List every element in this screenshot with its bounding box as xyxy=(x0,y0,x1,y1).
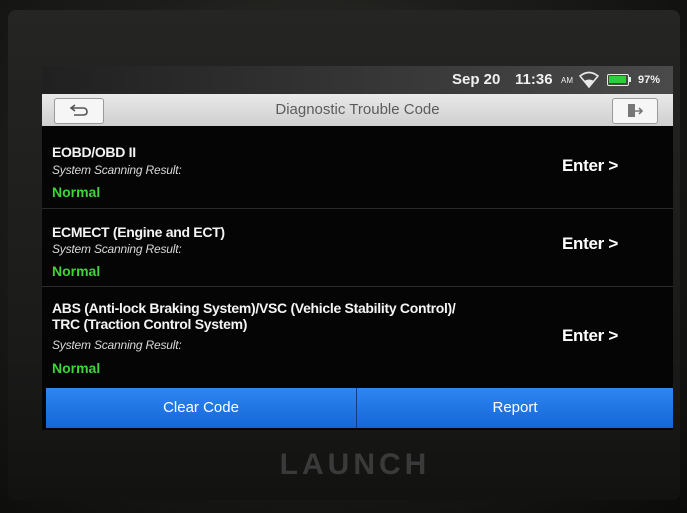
battery-level: 97% xyxy=(638,74,661,86)
system-item-abs[interactable]: ABS (Anti-lock Braking System)/VSC (Vehi… xyxy=(42,286,673,388)
scan-result-status: Normal xyxy=(52,184,101,200)
title-bar: Diagnostic Trouble Code xyxy=(42,94,673,126)
scan-result-status: Normal xyxy=(52,360,101,376)
clear-code-button[interactable]: Clear Code xyxy=(46,388,357,428)
enter-button[interactable]: Enter > xyxy=(562,234,618,254)
report-button[interactable]: Report xyxy=(357,388,673,428)
scan-result-status: Normal xyxy=(52,263,101,279)
device-screen: Sep 20 11:36 AM 97% Diagnostic Trouble C… xyxy=(42,66,673,430)
system-list: EOBD/OBD II System Scanning Result: Norm… xyxy=(42,126,673,388)
status-ampm: AM xyxy=(561,76,573,85)
enter-button[interactable]: Enter > xyxy=(562,326,618,346)
system-item-eobd[interactable]: EOBD/OBD II System Scanning Result: Norm… xyxy=(42,126,673,200)
system-name: EOBD/OBD II xyxy=(52,144,136,160)
system-name-line2: TRC (Traction Control System) xyxy=(52,316,248,332)
enter-button[interactable]: Enter > xyxy=(562,156,618,176)
page-title: Diagnostic Trouble Code xyxy=(275,101,440,118)
exit-button[interactable] xyxy=(612,98,658,124)
wifi-icon xyxy=(578,71,600,89)
bottom-action-bar: Clear Code Report xyxy=(42,388,673,430)
status-time: 11:36 xyxy=(515,71,553,88)
status-bar: Sep 20 11:36 AM 97% xyxy=(42,66,673,94)
system-name-line1: ABS (Anti-lock Braking System)/VSC (Vehi… xyxy=(52,300,456,316)
scan-result-label: System Scanning Result: xyxy=(52,338,182,352)
scan-result-label: System Scanning Result: xyxy=(52,163,182,177)
status-date: Sep 20 xyxy=(452,71,501,88)
launch-logo: LAUNCH xyxy=(279,448,431,481)
system-item-ecmect[interactable]: ECMECT (Engine and ECT) System Scanning … xyxy=(42,208,673,279)
system-name: ECMECT (Engine and ECT) xyxy=(52,224,225,240)
scan-result-label: System Scanning Result: xyxy=(52,242,182,256)
battery-icon xyxy=(607,74,631,86)
